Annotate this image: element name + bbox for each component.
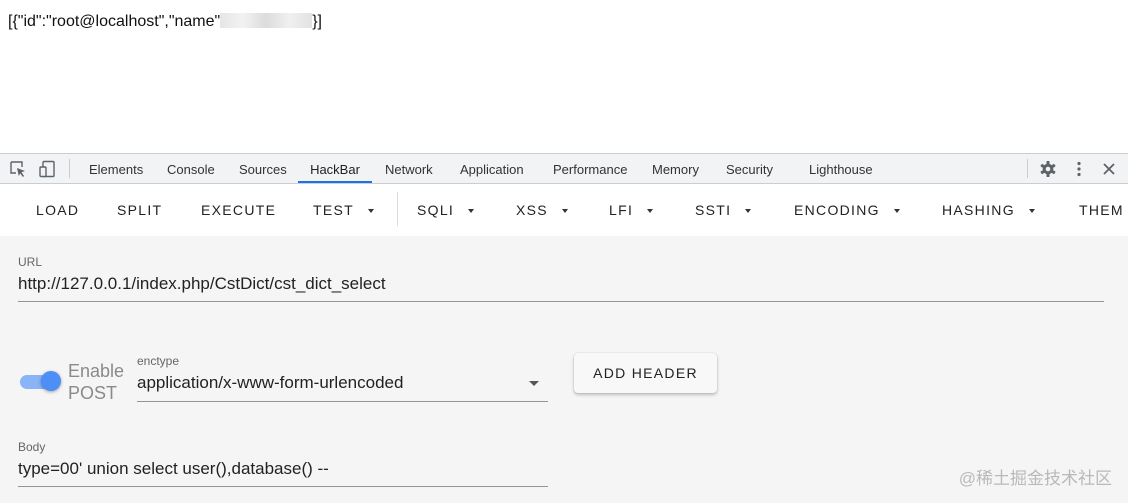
split-button[interactable]: SPLIT	[117, 184, 162, 236]
ssti-menu-button[interactable]: SSTI	[695, 184, 752, 236]
body-textarea[interactable]: type=00' union select user(),database() …	[18, 459, 329, 479]
enable-post-toggle[interactable]	[20, 371, 61, 391]
device-toolbar-icon[interactable]	[37, 159, 57, 179]
sqli-menu-button[interactable]: SQLI	[417, 184, 475, 236]
lfi-menu-label: LFI	[609, 202, 634, 218]
ssti-menu-label: SSTI	[695, 202, 732, 218]
enctype-select-underline	[137, 401, 548, 402]
encoding-menu-label: ENCODING	[794, 202, 880, 218]
json-output-prefix: [{"id":"root@localhost","name"	[8, 13, 221, 30]
toolbar-divider	[397, 192, 398, 226]
tab-memory[interactable]: Memory	[640, 154, 711, 183]
json-output: [{"id":"root@localhost","name"}]	[8, 13, 322, 31]
tab-application[interactable]: Application	[448, 154, 536, 183]
tab-lighthouse[interactable]: Lighthouse	[797, 154, 885, 183]
inspect-element-icon[interactable]	[8, 159, 28, 179]
encoding-menu-button[interactable]: ENCODING	[794, 184, 900, 236]
test-menu-button[interactable]: TEST	[313, 184, 374, 236]
tab-sources[interactable]: Sources	[227, 154, 299, 183]
chevron-down-icon	[647, 209, 654, 213]
tab-performance[interactable]: Performance	[541, 154, 639, 183]
enctype-label: enctype	[137, 354, 180, 368]
tab-elements[interactable]: Elements	[77, 154, 155, 183]
xss-menu-button[interactable]: XSS	[516, 184, 568, 236]
chevron-down-icon	[367, 209, 374, 213]
tab-security[interactable]: Security	[714, 154, 785, 183]
tab-console[interactable]: Console	[155, 154, 227, 183]
tab-hackbar[interactable]: HackBar	[298, 154, 372, 183]
url-input-underline	[18, 301, 1104, 302]
enable-post-label-line1: Enable	[68, 361, 125, 381]
hashing-menu-label: HASHING	[942, 202, 1015, 218]
hashing-menu-button[interactable]: HASHING	[942, 184, 1035, 236]
devtools-tabbar: Elements Console Sources HackBar Network…	[0, 153, 1128, 184]
add-header-button[interactable]: ADD HEADER	[574, 353, 717, 393]
sqli-menu-label: SQLI	[417, 202, 455, 218]
hackbar-panel: URL http://127.0.0.1/index.php/CstDict/c…	[0, 236, 1128, 503]
chevron-down-icon	[745, 209, 752, 213]
tabbar-divider-right	[1027, 159, 1028, 178]
json-output-suffix: }]	[312, 13, 322, 30]
chevron-down-icon	[1028, 209, 1035, 213]
toggle-thumb	[41, 371, 61, 391]
url-input[interactable]: http://127.0.0.1/index.php/CstDict/cst_d…	[18, 274, 386, 294]
theme-menu-button[interactable]: THEM	[1079, 184, 1124, 236]
enable-post-label-line2: POST	[68, 383, 118, 403]
more-options-icon[interactable]	[1069, 159, 1089, 179]
test-menu-label: TEST	[313, 202, 354, 218]
chevron-down-icon	[893, 209, 900, 213]
redacted-value	[220, 13, 313, 28]
dropdown-arrow-icon[interactable]	[529, 381, 539, 386]
body-textarea-underline	[18, 486, 548, 487]
xss-menu-label: XSS	[516, 202, 548, 218]
chevron-down-icon	[468, 209, 475, 213]
execute-button[interactable]: EXECUTE	[201, 184, 276, 236]
body-label: Body	[18, 440, 46, 454]
watermark: @稀土掘金技术社区	[958, 469, 1112, 488]
url-label: URL	[18, 255, 43, 269]
page-body: [{"id":"root@localhost","name"}]	[0, 0, 1128, 153]
gear-icon[interactable]	[1038, 159, 1058, 179]
close-icon[interactable]	[1099, 159, 1119, 179]
enctype-select[interactable]: application/x-www-form-urlencoded	[137, 373, 403, 393]
enable-post-label: Enable POST	[68, 360, 124, 404]
load-button[interactable]: LOAD	[36, 184, 79, 236]
tab-network[interactable]: Network	[373, 154, 445, 183]
lfi-menu-button[interactable]: LFI	[609, 184, 654, 236]
tabbar-divider	[69, 159, 70, 178]
chevron-down-icon	[561, 209, 568, 213]
hackbar-toolbar: LOAD SPLIT EXECUTE TEST SQLI XSS LFI SST…	[0, 184, 1128, 236]
